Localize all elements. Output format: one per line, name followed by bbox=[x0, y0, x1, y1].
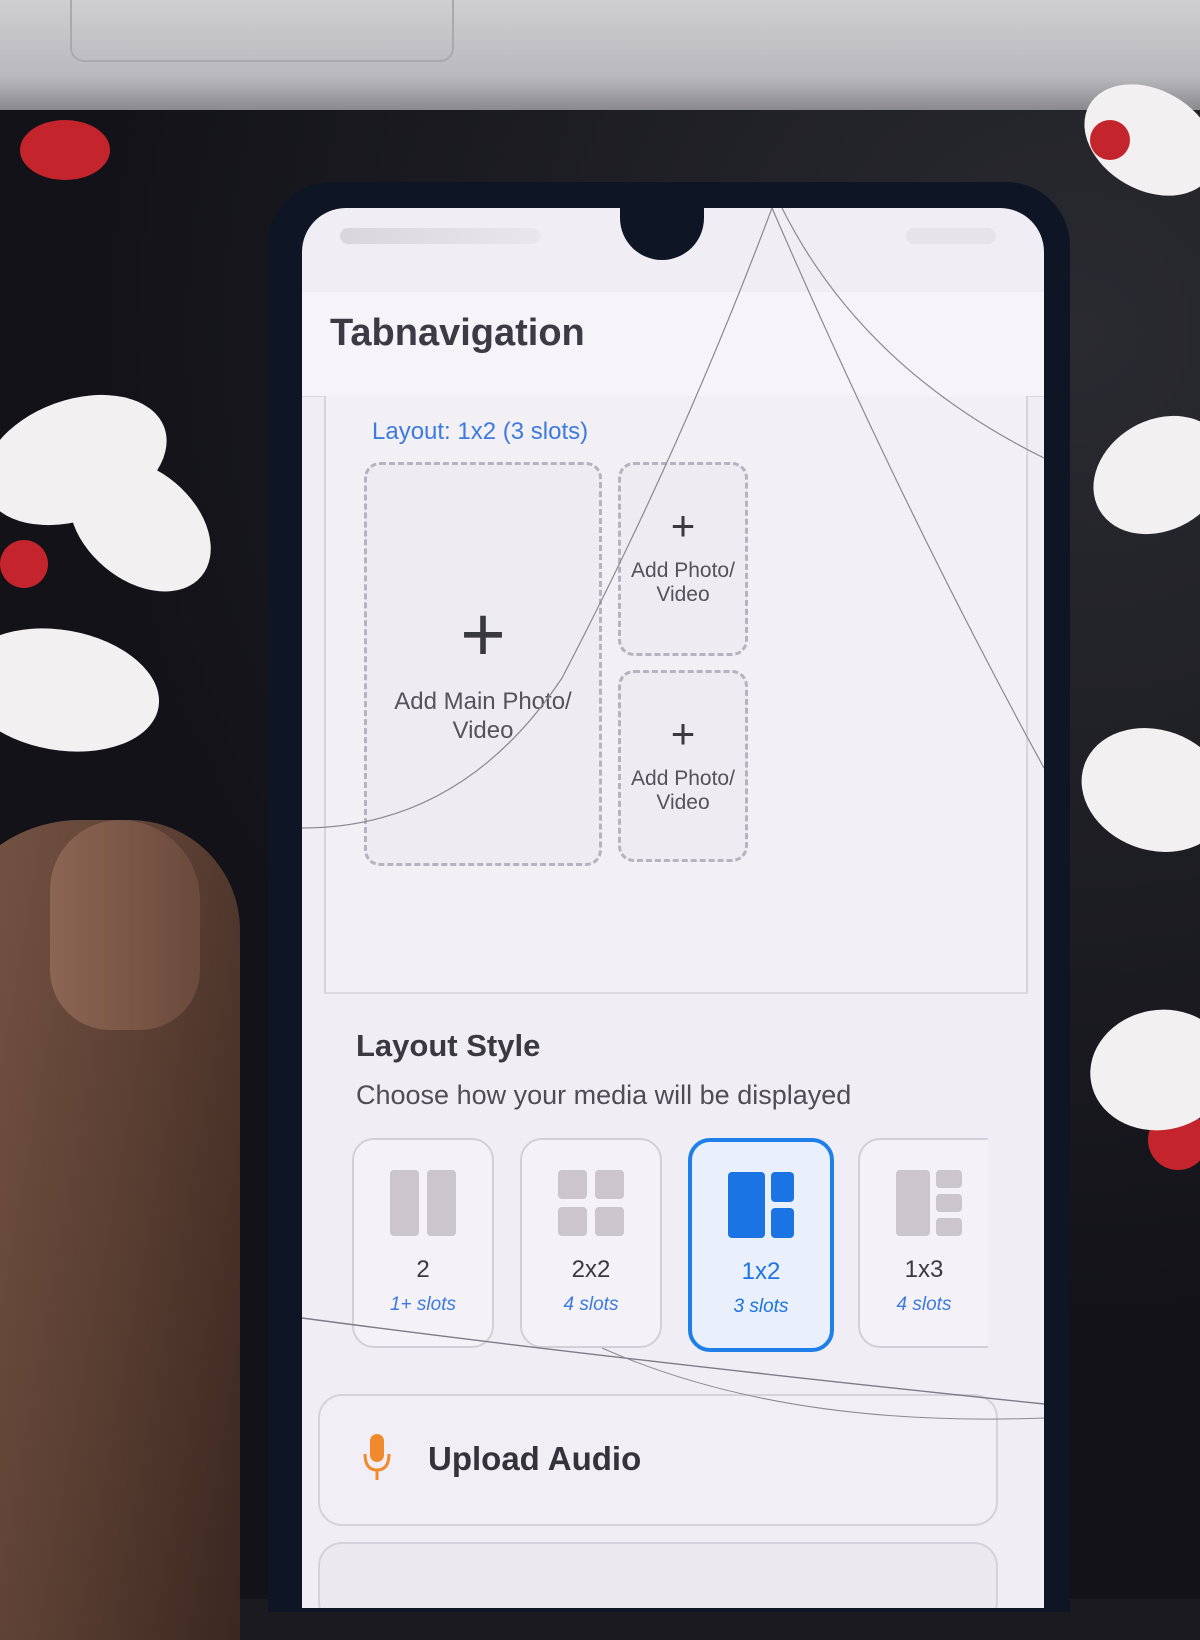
layout-option-name: 1x2 bbox=[741, 1258, 781, 1285]
media-slot-2[interactable]: + Add Photo/ Video bbox=[618, 670, 748, 862]
layout-option-slots: 4 slots bbox=[563, 1294, 619, 1315]
microphone-icon bbox=[363, 1434, 391, 1480]
page-title: Tabnavigation bbox=[330, 312, 585, 354]
layout-preview-card: Layout: 1x2 (3 slots) + Add Main Photo/ … bbox=[324, 396, 1028, 994]
one-plus-two-icon bbox=[728, 1172, 794, 1238]
next-section-card bbox=[318, 1542, 998, 1608]
hand bbox=[0, 820, 240, 1640]
layout-style-subtitle: Choose how your media will be displayed bbox=[356, 1080, 852, 1110]
upload-audio-button[interactable]: Upload Audio bbox=[318, 1394, 998, 1526]
layout-option-1x3[interactable]: 1x3 4 slots bbox=[858, 1138, 988, 1348]
layout-option-slots: 3 slots bbox=[733, 1296, 789, 1317]
app-header: Tabnavigation bbox=[302, 292, 1044, 397]
layout-option-1x2[interactable]: 1x2 3 slots bbox=[688, 1138, 834, 1352]
status-bar-battery bbox=[906, 228, 996, 244]
layout-option-name: 2x2 bbox=[571, 1256, 611, 1283]
plus-icon: + bbox=[670, 502, 696, 549]
main-slot-label: Add Main Photo/ Video bbox=[394, 688, 572, 744]
layout-option-2[interactable]: 2 1+ slots bbox=[352, 1138, 494, 1348]
plus-icon: + bbox=[670, 710, 696, 757]
media-slot-1[interactable]: + Add Photo/ Video bbox=[618, 462, 748, 656]
grid-2x2-icon bbox=[558, 1170, 624, 1236]
upload-audio-label: Upload Audio bbox=[428, 1440, 642, 1477]
layout-option-slots: 1+ slots bbox=[389, 1294, 456, 1315]
layout-option-2x2[interactable]: 2x2 4 slots bbox=[520, 1138, 662, 1348]
layout-option-slots: 4 slots bbox=[896, 1294, 952, 1315]
two-column-icon bbox=[390, 1170, 456, 1236]
camera-notch bbox=[620, 208, 704, 260]
status-bar-signal bbox=[340, 228, 540, 244]
slot-label: Add Photo/ Video bbox=[631, 767, 735, 814]
phone-screen: Tabnavigation Layout: 1x2 (3 slots) + Ad… bbox=[302, 208, 1044, 1608]
layout-options: 2 1+ slots 2x2 4 slots 1x2 3 slots 1x3 4… bbox=[352, 1138, 1032, 1358]
slot-label: Add Photo/ Video bbox=[631, 559, 735, 606]
layout-label: Layout: 1x2 (3 slots) bbox=[372, 418, 589, 445]
plus-icon: + bbox=[460, 590, 506, 678]
layout-style-title: Layout Style bbox=[356, 1028, 541, 1063]
layout-option-name: 1x3 bbox=[904, 1256, 944, 1283]
layout-option-name: 2 bbox=[416, 1256, 430, 1283]
layout-style-section: Layout Style Choose how your media will … bbox=[324, 992, 1024, 1392]
laptop-edge-background bbox=[0, 0, 1200, 110]
main-media-slot[interactable]: + Add Main Photo/ Video bbox=[364, 462, 602, 866]
one-plus-three-icon bbox=[896, 1170, 962, 1236]
